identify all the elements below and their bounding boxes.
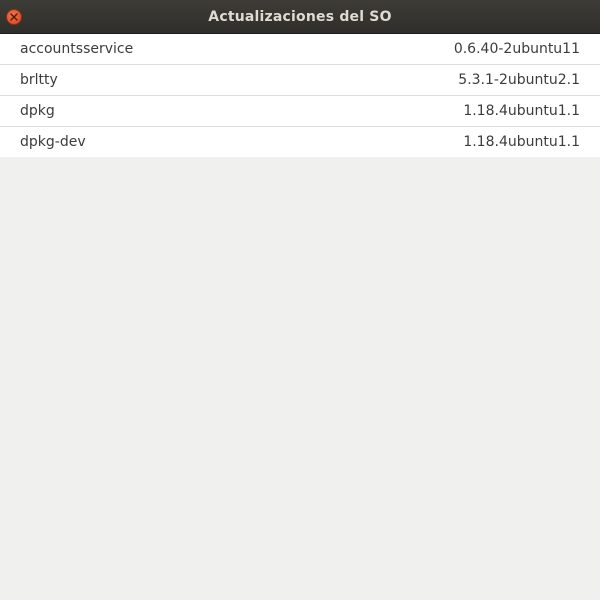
list-item[interactable]: dpkg 1.18.4ubuntu1.1 xyxy=(0,96,600,127)
package-name: dpkg-dev xyxy=(20,134,86,150)
package-version: 5.3.1-2ubuntu2.1 xyxy=(458,72,580,88)
package-name: dpkg xyxy=(20,103,55,119)
updates-window: Actualizaciones del SO accountsservice 0… xyxy=(0,0,600,600)
package-name: brltty xyxy=(20,72,58,88)
package-name: accountsservice xyxy=(20,41,134,57)
list-item[interactable]: dpkg-dev 1.18.4ubuntu1.1 xyxy=(0,127,600,157)
package-version: 0.6.40-2ubuntu11 xyxy=(453,41,580,57)
list-item[interactable]: brltty 5.3.1-2ubuntu2.1 xyxy=(0,65,600,96)
package-version: 1.18.4ubuntu1.1 xyxy=(463,134,580,150)
list-item[interactable]: accountsservice 0.6.40-2ubuntu11 xyxy=(0,34,600,65)
package-version: 1.18.4ubuntu1.1 xyxy=(463,103,580,119)
title-bar: Actualizaciones del SO xyxy=(0,0,600,34)
package-list: accountsservice 0.6.40-2ubuntu11 brltty … xyxy=(0,34,600,157)
window-title: Actualizaciones del SO xyxy=(208,9,392,25)
